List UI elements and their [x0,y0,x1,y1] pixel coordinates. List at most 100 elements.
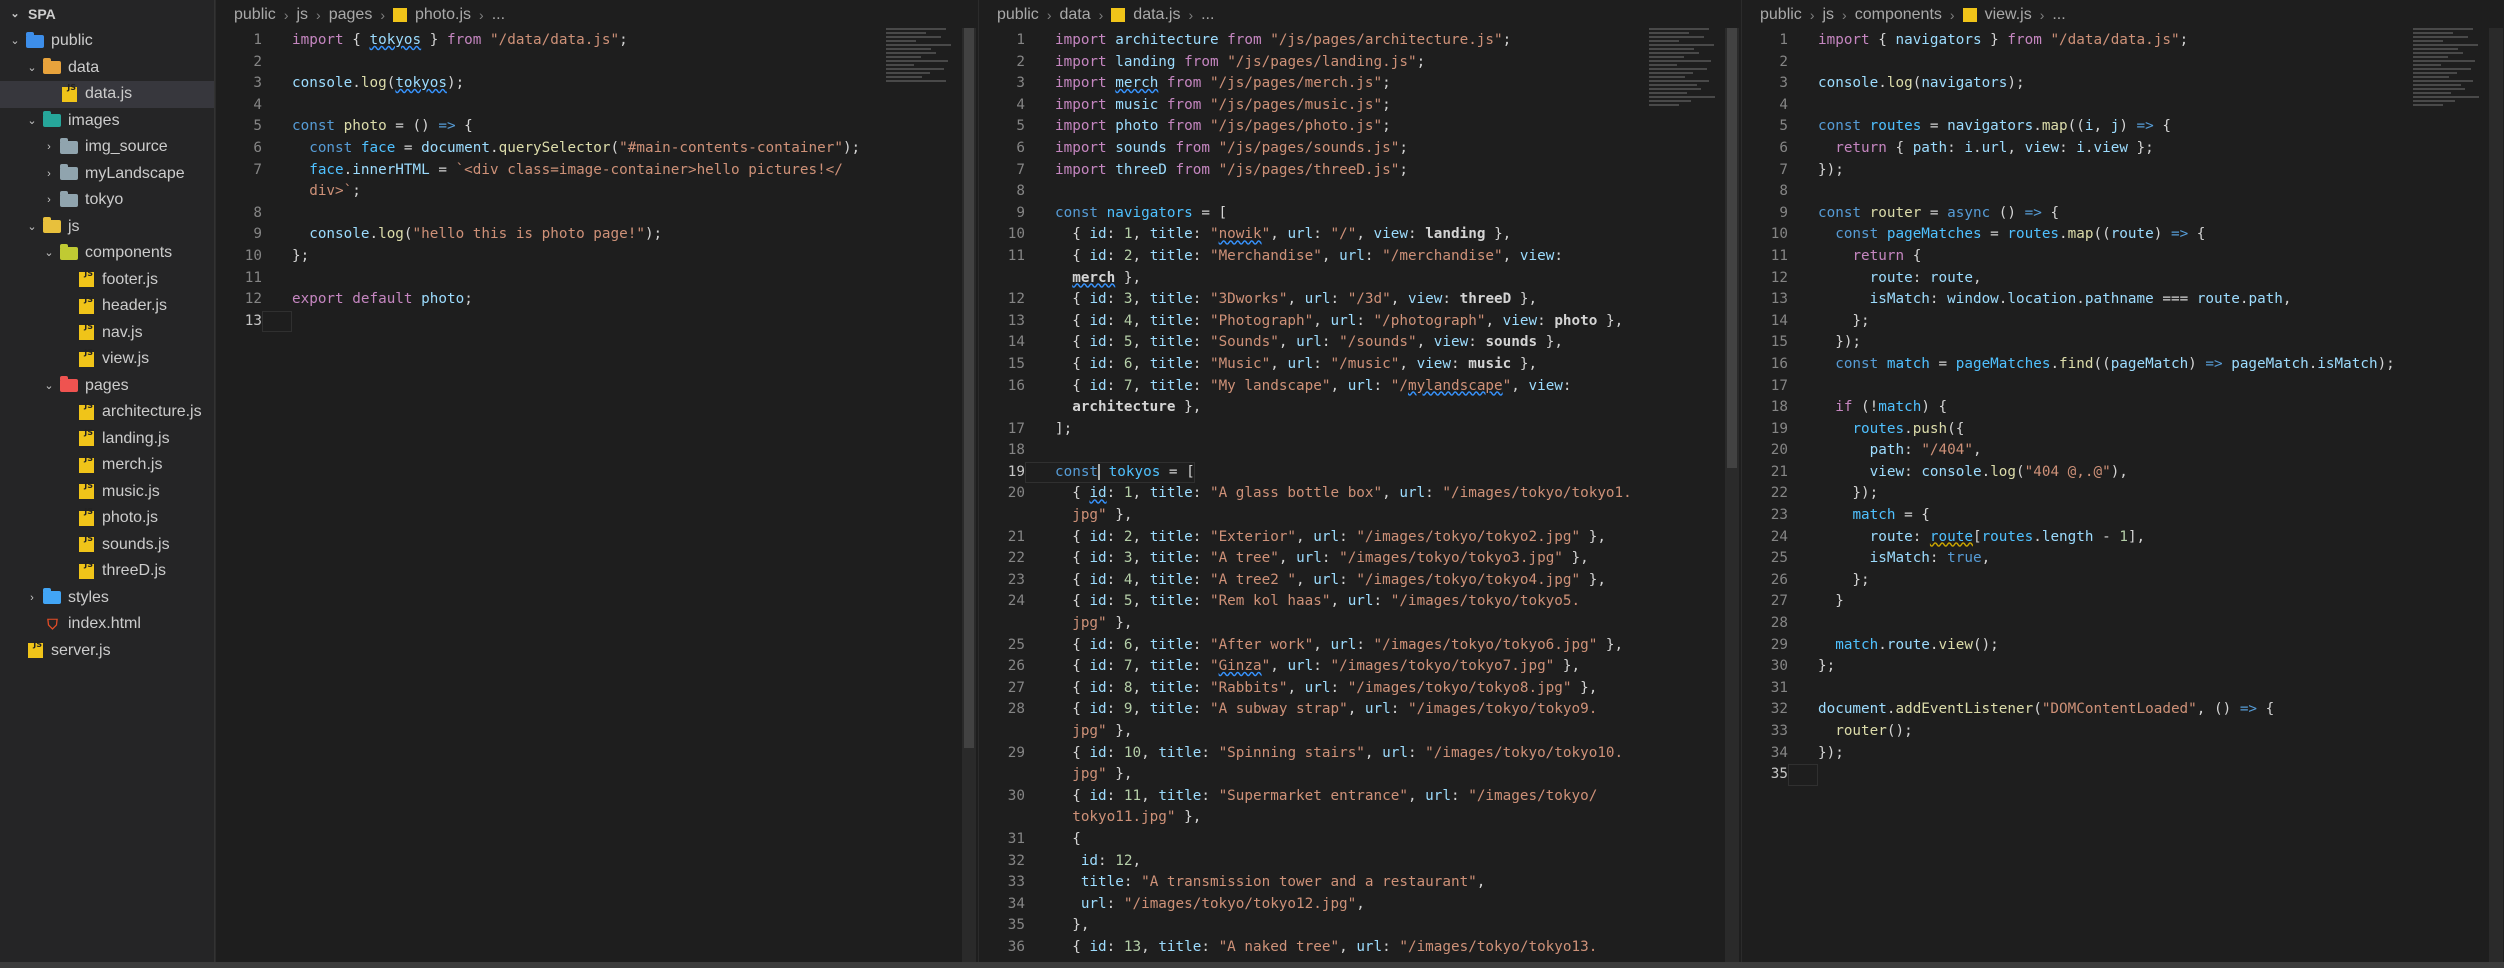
tree-item-styles[interactable]: › styles [0,585,214,612]
code-editor[interactable]: 1 import architecture from "/js/pages/arc… [979,30,1741,959]
editor-pane-view[interactable]: public › js › components › view.js ›... 1 import … [1741,0,2504,968]
code-line[interactable]: jpg" }, [979,764,1741,786]
code-line[interactable]: 22 }); [1742,483,2504,505]
breadcrumb-segment[interactable]: js [1822,0,1834,30]
breadcrumb-segment[interactable]: data.js [1133,0,1180,30]
tree-item-view-js[interactable]: JS view.js [0,346,214,373]
code-line[interactable]: 12 { id: 3, title: "3Dworks", url: "/3d"… [979,289,1741,311]
code-line[interactable]: 9 const navigators = [ [979,203,1741,225]
code-line[interactable]: 30 { id: 11, title: "Supermarket entranc… [979,786,1741,808]
code-line[interactable]: 32 id: 12, [979,851,1741,873]
code-line[interactable]: jpg" }, [979,505,1741,527]
chevron-down-icon[interactable]: ⌄ [25,108,39,135]
code-line[interactable]: 33 router(); [1742,721,2504,743]
code-line[interactable]: 24 { id: 5, title: "Rem kol haas", url: … [979,591,1741,613]
breadcrumb-segment[interactable]: pages [329,0,373,30]
code-line[interactable]: 8 [216,203,978,225]
code-line[interactable]: 10 const pageMatches = routes.map((route… [1742,224,2504,246]
code-line[interactable]: 25 { id: 6, title: "After work", url: "/… [979,635,1741,657]
code-line[interactable]: 5 const photo = () => { [216,116,978,138]
code-line[interactable]: 11 { id: 2, title: "Merchandise", url: "… [979,246,1741,268]
code-line[interactable]: 1 import architecture from "/js/pages/arc… [979,30,1741,52]
code-line[interactable]: 13 isMatch: window.location.pathname ===… [1742,289,2504,311]
code-line[interactable]: 6 import sounds from "/js/pages/sounds.js… [979,138,1741,160]
code-line[interactable]: 8 [1742,181,2504,203]
code-line[interactable]: 1 import { navigators } from "/data/data.… [1742,30,2504,52]
code-line[interactable]: 3 console.log(tokyos); [216,73,978,95]
code-line[interactable]: 34}); [1742,743,2504,765]
code-line[interactable]: 33 title: "A transmission tower and a re… [979,872,1741,894]
code-line[interactable]: 9 console.log("hello this is photo page!… [216,224,978,246]
code-line[interactable]: 11 [216,268,978,290]
tree-item-js[interactable]: ⌄ js [0,214,214,241]
code-line[interactable]: 19 routes.push({ [1742,419,2504,441]
code-line[interactable]: 8 [979,181,1741,203]
code-line[interactable]: tokyo11.jpg" }, [979,807,1741,829]
code-line[interactable]: 25 isMatch: true, [1742,548,2504,570]
tree-item-components[interactable]: ⌄ components [0,240,214,267]
code-editor[interactable]: 1 import { tokyos } from "/data/data.js";… [216,30,978,333]
tree-item-img-source[interactable]: › img_source [0,134,214,161]
breadcrumb-segment[interactable]: ... [1201,0,1214,30]
tree-item-data-js[interactable]: JS data.js [0,81,214,108]
chevron-down-icon[interactable]: ⌄ [25,55,39,82]
tree-item-header-js[interactable]: JS header.js [0,293,214,320]
chevron-right-icon[interactable]: › [42,134,56,161]
code-line[interactable]: 30}; [1742,656,2504,678]
minimap[interactable] [886,28,956,328]
code-line[interactable]: 28 { id: 9, title: "A subway strap", url… [979,699,1741,721]
tree-item-merch-js[interactable]: JS merch.js [0,452,214,479]
code-line[interactable]: 26 { id: 7, title: "Ginza", url: "/image… [979,656,1741,678]
code-line[interactable]: 21 { id: 2, title: "Exterior", url: "/im… [979,527,1741,549]
scrollbar-thumb[interactable] [964,28,974,748]
code-line[interactable]: 15 }); [1742,332,2504,354]
code-line[interactable]: 35 [1742,764,2504,786]
code-line[interactable]: 21 view: console.log("404 @,.@"), [1742,462,2504,484]
chevron-down-icon[interactable]: ⌄ [25,214,39,241]
code-line[interactable]: div>`; [216,181,978,203]
chevron-down-icon[interactable]: ⌄ [42,373,56,400]
code-line[interactable]: merch }, [979,268,1741,290]
vertical-scrollbar[interactable] [962,28,976,968]
code-line[interactable]: jpg" }, [979,613,1741,635]
breadcrumb-segment[interactable]: ... [492,0,505,30]
code-line[interactable]: 12 route: route, [1742,268,2504,290]
code-line[interactable]: 11 return { [1742,246,2504,268]
code-line[interactable]: 15 { id: 6, title: "Music", url: "/music… [979,354,1741,376]
code-line[interactable]: 10 { id: 1, title: "nowik", url: "/", vi… [979,224,1741,246]
chevron-right-icon[interactable]: › [25,585,39,612]
code-line[interactable]: 35 }, [979,915,1741,937]
code-line[interactable]: 2 [1742,52,2504,74]
code-line[interactable]: 23 match = { [1742,505,2504,527]
minimap[interactable] [1649,28,1719,328]
code-line[interactable]: 27 { id: 8, title: "Rabbits", url: "/ima… [979,678,1741,700]
breadcrumb-segment[interactable]: view.js [1985,0,2032,30]
code-line[interactable]: 29 { id: 10, title: "Spinning stairs", u… [979,743,1741,765]
breadcrumb-segment[interactable]: components [1855,0,1942,30]
code-line[interactable]: 20 path: "/404", [1742,440,2504,462]
tree-item-tokyo[interactable]: › tokyo [0,187,214,214]
code-line[interactable]: 4 import music from "/js/pages/music.js"; [979,95,1741,117]
minimap[interactable] [2413,28,2483,328]
explorer-root[interactable]: ⌄ SPA [0,0,214,28]
code-line[interactable]: 19 const tokyos = [ [979,461,1741,484]
code-line[interactable]: 4 [216,95,978,117]
code-line[interactable]: 10}; [216,246,978,268]
chevron-down-icon[interactable]: ⌄ [8,0,22,28]
breadcrumb-segment[interactable]: data [1059,0,1090,30]
code-line[interactable]: 27 } [1742,591,2504,613]
tree-item-music-js[interactable]: JS music.js [0,479,214,506]
tree-item-footer-js[interactable]: JS footer.js [0,267,214,294]
chevron-down-icon[interactable]: ⌄ [42,240,56,267]
code-line[interactable]: 2 [216,52,978,74]
breadcrumb-segment[interactable]: ... [2052,0,2065,30]
vertical-scrollbar[interactable] [2489,28,2503,968]
tree-item-sounds-js[interactable]: JS sounds.js [0,532,214,559]
code-line[interactable]: 23 { id: 4, title: "A tree2 ", url: "/im… [979,570,1741,592]
code-line[interactable]: 17 [1742,376,2504,398]
breadcrumb-segment[interactable]: photo.js [415,0,471,30]
code-line[interactable]: 2 import landing from "/js/pages/landing.… [979,52,1741,74]
tree-item-data[interactable]: ⌄ data [0,55,214,82]
code-line[interactable]: 9 const router = async () => { [1742,203,2504,225]
tree-item-threed-js[interactable]: JS threeD.js [0,558,214,585]
